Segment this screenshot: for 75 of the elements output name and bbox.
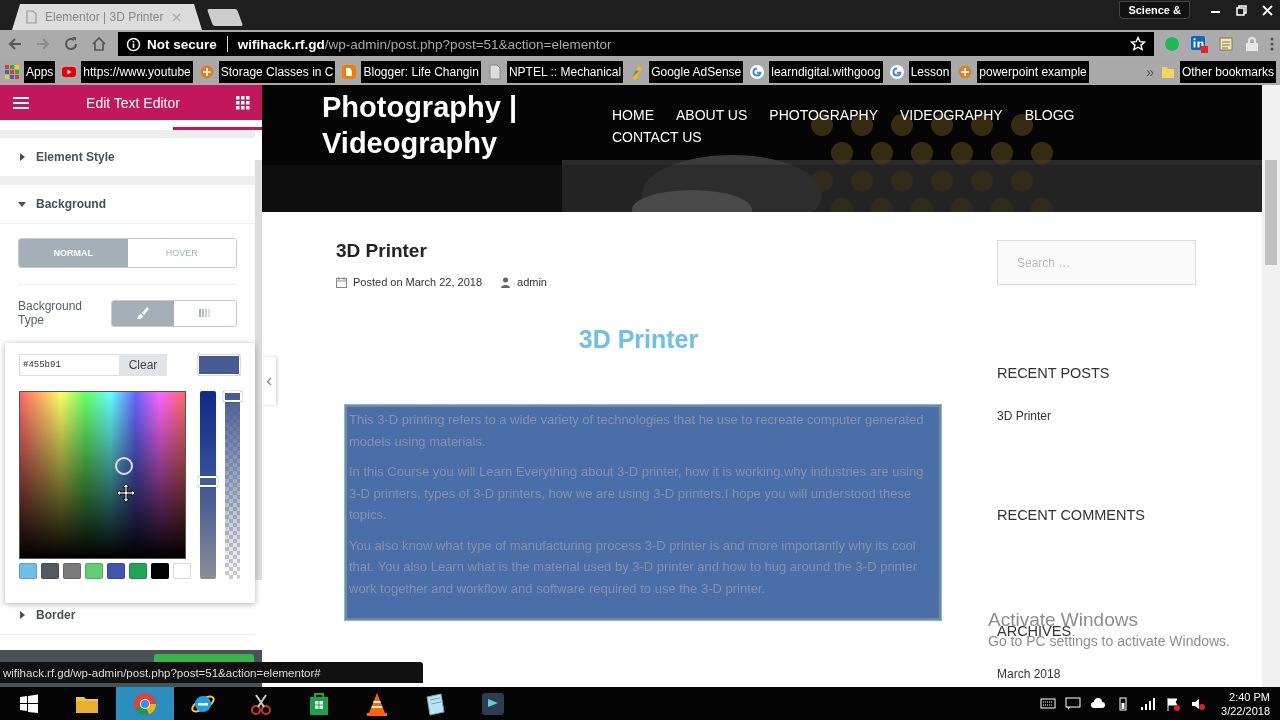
keyboard-icon[interactable] [1040,695,1057,712]
control-label: Background Type [18,299,84,327]
widget-link[interactable]: March 2018 [997,667,1196,681]
security-label: Not secure [147,36,217,52]
reload-icon[interactable] [62,35,80,53]
color-swatch[interactable] [129,563,147,579]
hex-input[interactable]: #455b91 [19,354,119,376]
color-swatch[interactable] [107,563,125,579]
post-title: 3D Printer [336,240,428,262]
brush-icon [136,306,151,320]
widget-title: RECENT POSTS [997,365,1111,381]
notepad-icon[interactable] [1218,36,1234,52]
move-cursor-icon [116,483,136,503]
color-swatch[interactable] [63,563,81,579]
address-bar[interactable]: Not secure wifihack.rf.gd/wp-admin/post.php?post=51&action=elementor [118,32,1154,56]
video-editor-icon [480,690,506,717]
color-swatch[interactable] [85,563,103,579]
nav-link[interactable]: ABOUT US [676,106,748,124]
chat-icon[interactable] [1065,695,1082,712]
g-letter-icon [888,63,905,80]
apps-grid-icon [4,63,20,80]
slider-thumb[interactable] [198,475,218,487]
caret-down-icon [18,200,26,208]
windows-logo-icon [19,693,39,714]
menu-icon[interactable] [12,95,30,110]
grid-icon[interactable] [236,95,250,110]
opacity-slider[interactable] [225,391,240,579]
profile-button[interactable]: Science & [1119,1,1190,19]
new-tab-button[interactable] [206,9,244,26]
nav-link[interactable]: VIDEOGRAPHY [899,106,1003,124]
linkedin-icon[interactable] [1190,35,1208,53]
color-cursor[interactable] [115,457,133,475]
color-swatch[interactable] [41,563,59,579]
flag-icon[interactable] [1165,695,1182,712]
panel-title: Edit Text Editor [86,94,180,111]
color-square[interactable] [19,391,186,559]
star-icon[interactable] [1130,36,1146,52]
nav-link[interactable]: BLOGG [1024,106,1075,124]
post-date[interactable]: Posted on March 22, 2018 [353,276,483,288]
user-icon [500,276,512,288]
site-title[interactable]: Photography | Videography [322,89,572,161]
color-swatch[interactable] [19,563,37,579]
nav-link[interactable]: PHOTOGRAPHY [769,106,878,124]
caret-right-icon [18,611,26,619]
blog-icon [341,63,358,80]
url-text: wifihack.rf.gd/wp-admin/post.php?post=51&action=elementor [237,36,612,52]
scrollbar-thumb[interactable] [1265,160,1277,265]
scrollbar[interactable] [1262,85,1280,687]
status-url: wifihack.rf.gd/wp-admin/post.php?post=51&action=elementor# [0,662,423,683]
widget-link[interactable]: 3D Printer [997,409,1196,423]
nav-link[interactable]: CONTACT US [612,128,702,146]
nav-link[interactable]: HOME [612,106,654,124]
paragraph: This 3-D printing refers to a wide variety of technologies that he use to recreate computer generated models using materials. [349,411,925,451]
page-icon [26,10,37,24]
widget-title: RECENT COMMENTS [997,507,1146,523]
chevron-left-icon [266,376,272,386]
color-swatch[interactable] [151,563,169,579]
slider-thumb[interactable] [223,391,242,402]
info-icon [126,36,141,52]
color-swatch[interactable] [173,563,191,579]
calendar-icon [336,276,347,288]
content-heading: 3D Printer [577,325,700,354]
clear-button[interactable]: Clear [119,354,167,376]
menu-icon[interactable] [1270,36,1274,52]
clock[interactable]: 2:40 PM 3/22/2018 [1221,689,1270,718]
caret-right-icon [18,153,26,161]
home-icon[interactable] [90,35,108,53]
signal-icon[interactable] [1140,695,1157,712]
tab-title: Elementor | 3D Printer [45,10,164,24]
post-author[interactable]: admin [517,276,547,288]
chrome-icon [132,690,158,717]
g-letter-icon [749,63,766,80]
page-icon [486,63,503,80]
hue-slider[interactable] [200,391,216,579]
gradient-icon [198,306,213,320]
